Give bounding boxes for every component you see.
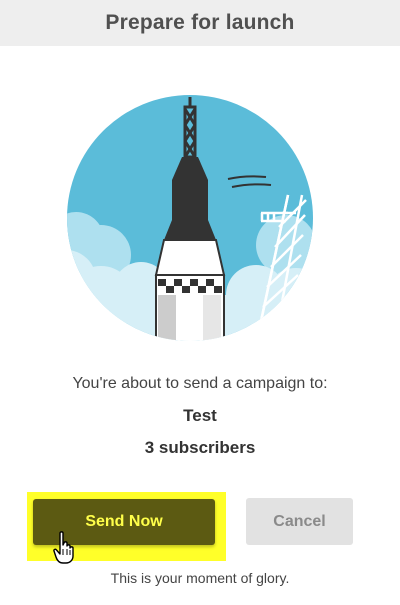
tagline: This is your moment of glory.	[110, 570, 290, 586]
rocket-launch-illustration	[67, 95, 313, 341]
list-name: Test	[183, 406, 217, 425]
cancel-button[interactable]: Cancel	[246, 498, 353, 545]
modal-header: Prepare for launch	[0, 0, 400, 46]
subscriber-count: 3 subscribers	[144, 438, 256, 457]
hand-pointer-cursor-icon	[53, 531, 74, 564]
campaign-message: You're about to send a campaign to:	[72, 375, 328, 392]
modal-title: Prepare for launch	[105, 11, 295, 34]
